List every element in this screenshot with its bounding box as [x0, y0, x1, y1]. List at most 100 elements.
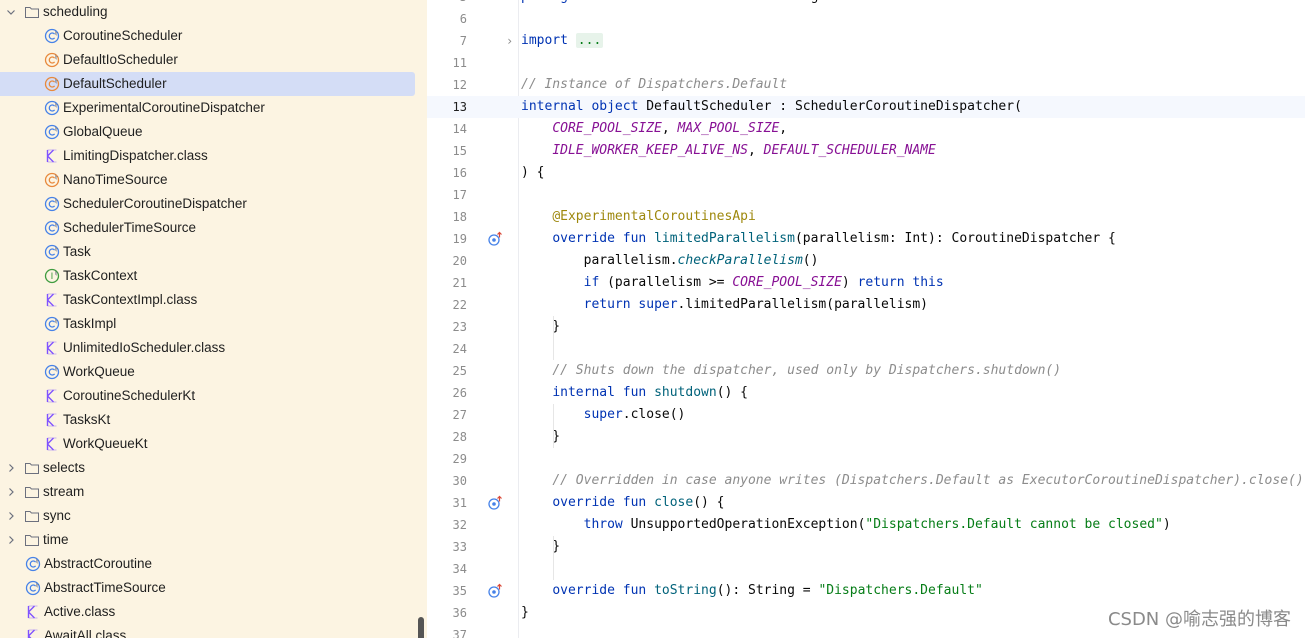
- code-token: .limitedParallelism(parallelism): [677, 297, 928, 312]
- code-line[interactable]: 7 › import ...: [427, 30, 1305, 52]
- tree-item[interactable]: ExperimentalCoroutineDispatcher: [0, 96, 427, 120]
- tree-item[interactable]: SchedulerTimeSource: [0, 216, 427, 240]
- code-token[interactable]: ...: [575, 33, 604, 48]
- tree-folder[interactable]: stream: [0, 480, 427, 504]
- code-token: CORE_POOL_SIZE: [552, 121, 662, 136]
- chevron-right-icon[interactable]: [5, 486, 17, 498]
- tree-item[interactable]: TasksKt: [0, 408, 427, 432]
- kotlin-interface-icon: I: [44, 268, 60, 284]
- code-token: super: [583, 407, 623, 422]
- tree-item[interactable]: CoroutineScheduler: [0, 24, 427, 48]
- tree-item[interactable]: WorkQueueKt: [0, 432, 427, 456]
- code-line[interactable]: 28 }: [427, 426, 1305, 448]
- folder-icon: [24, 460, 40, 476]
- code-line[interactable]: 14 CORE_POOL_SIZE, MAX_POOL_SIZE,: [427, 118, 1305, 140]
- overrides-method-icon[interactable]: [487, 495, 503, 511]
- line-number: 32: [452, 518, 467, 532]
- code-line[interactable]: 21 if (parallelism >= CORE_POOL_SIZE) re…: [427, 272, 1305, 294]
- code-token: import: [521, 33, 568, 48]
- code-line[interactable]: 17: [427, 184, 1305, 206]
- tree-item[interactable]: LimitingDispatcher.class: [0, 144, 427, 168]
- code-line[interactable]: 34: [427, 558, 1305, 580]
- tree-item[interactable]: AbstractTimeSource: [0, 576, 427, 600]
- folder-icon: [24, 508, 40, 524]
- tree-item[interactable]: NanoTimeSource: [0, 168, 427, 192]
- tree-item-label: TaskImpl: [63, 316, 117, 331]
- code-line[interactable]: 18 @ExperimentalCoroutinesApi: [427, 206, 1305, 228]
- code-token: @ExperimentalCoroutinesApi: [552, 209, 756, 224]
- tree-item[interactable]: TaskImpl: [0, 312, 427, 336]
- line-number: 34: [452, 562, 467, 576]
- code-editor[interactable]: 5 package kotlinx.coroutines.scheduling 6 7…: [427, 0, 1305, 638]
- code-line[interactable]: 5 package kotlinx.coroutines.scheduling: [427, 0, 1305, 8]
- code-line[interactable]: 23 }: [427, 316, 1305, 338]
- tree-item[interactable]: CoroutineSchedulerKt: [0, 384, 427, 408]
- code-token: () {: [716, 385, 748, 400]
- tree-folder[interactable]: scheduling: [0, 0, 427, 24]
- code-token: // Overridden in case anyone writes (Dis…: [552, 473, 1304, 488]
- tree-item[interactable]: GlobalQueue: [0, 120, 427, 144]
- code-line[interactable]: 12 // Instance of Dispatchers.Default: [427, 74, 1305, 96]
- code-line-current[interactable]: 13 internal object DefaultScheduler : Sch…: [427, 96, 1305, 118]
- code-line[interactable]: 20 parallelism.checkParallelism(): [427, 250, 1305, 272]
- tree-item[interactable]: TaskContextImpl.class: [0, 288, 427, 312]
- code-text: CORE_POOL_SIZE, MAX_POOL_SIZE,: [521, 118, 787, 140]
- code-line[interactable]: 26 internal fun shutdown() {: [427, 382, 1305, 404]
- chevron-down-icon[interactable]: [5, 6, 17, 18]
- fold-chevron-icon[interactable]: ›: [506, 30, 513, 52]
- code-token: kotlinx.coroutines.scheduling: [576, 0, 818, 4]
- tree-item[interactable]: UnlimitedIoScheduler.class: [0, 336, 427, 360]
- watermark: CSDN @喻志强的博客: [1107, 609, 1291, 630]
- tree-item-label: DefaultScheduler: [63, 76, 167, 91]
- tree-item-label: scheduling: [43, 4, 108, 19]
- code-line[interactable]: 27 super.close(): [427, 404, 1305, 426]
- code-token: }: [521, 539, 561, 554]
- chevron-right-icon[interactable]: [5, 534, 17, 546]
- tree-item-label: ExperimentalCoroutineDispatcher: [63, 100, 265, 115]
- code-line[interactable]: 31 override fun close() {: [427, 492, 1305, 514]
- tree-item-label: DefaultIoScheduler: [63, 52, 178, 67]
- tree-item[interactable]: Task: [0, 240, 427, 264]
- code-line[interactable]: 33 }: [427, 536, 1305, 558]
- class-file-icon: [44, 436, 60, 452]
- code-line[interactable]: 22 return super.limitedParallelism(paral…: [427, 294, 1305, 316]
- code-line[interactable]: 29: [427, 448, 1305, 470]
- line-number: 25: [452, 364, 467, 378]
- tree-folder[interactable]: time: [0, 528, 427, 552]
- code-text: }: [521, 316, 560, 338]
- code-line[interactable]: 15 IDLE_WORKER_KEEP_ALIVE_NS, DEFAULT_SC…: [427, 140, 1305, 162]
- tree-item[interactable]: DefaultScheduler: [0, 72, 427, 96]
- overrides-method-icon[interactable]: [487, 583, 503, 599]
- tree-item[interactable]: I TaskContext: [0, 264, 427, 288]
- class-file-icon: [44, 148, 60, 164]
- code-line[interactable]: 6: [427, 8, 1305, 30]
- code-line[interactable]: 30 // Overridden in case anyone writes (…: [427, 470, 1305, 492]
- tree-item[interactable]: WorkQueue: [0, 360, 427, 384]
- code-token: (): [802, 253, 819, 268]
- code-text: // Instance of Dispatchers.Default: [521, 74, 787, 96]
- code-line[interactable]: 24: [427, 338, 1305, 360]
- code-line[interactable]: 16) {: [427, 162, 1305, 184]
- chevron-right-icon[interactable]: [5, 510, 17, 522]
- tree-item[interactable]: Active.class: [0, 600, 427, 624]
- tree-item-label: CoroutineScheduler: [63, 28, 183, 43]
- code-line[interactable]: 19 override fun limitedParallelism(paral…: [427, 228, 1305, 250]
- code-line[interactable]: 35 override fun toString(): String = "Di…: [427, 580, 1305, 602]
- tree-folder[interactable]: sync: [0, 504, 427, 528]
- tree-item[interactable]: AwaitAll.class: [0, 624, 427, 638]
- project-tree[interactable]: scheduling CoroutineScheduler DefaultIoSch…: [0, 0, 427, 638]
- code-line[interactable]: 25 // Shuts down the dispatcher, used on…: [427, 360, 1305, 382]
- code-line[interactable]: 11: [427, 52, 1305, 74]
- code-line[interactable]: 32 throw UnsupportedOperationException("…: [427, 514, 1305, 536]
- overrides-method-icon[interactable]: [487, 231, 503, 247]
- code-token: "Dispatchers.Default": [818, 583, 983, 598]
- code-text: override fun close() {: [521, 492, 724, 514]
- tree-folder[interactable]: selects: [0, 456, 427, 480]
- tree-item[interactable]: DefaultIoScheduler: [0, 48, 427, 72]
- tree-item[interactable]: SchedulerCoroutineDispatcher: [0, 192, 427, 216]
- chevron-right-icon[interactable]: [5, 462, 17, 474]
- tree-scrollbar-thumb[interactable]: [418, 617, 424, 638]
- tree-item[interactable]: AbstractCoroutine: [0, 552, 427, 576]
